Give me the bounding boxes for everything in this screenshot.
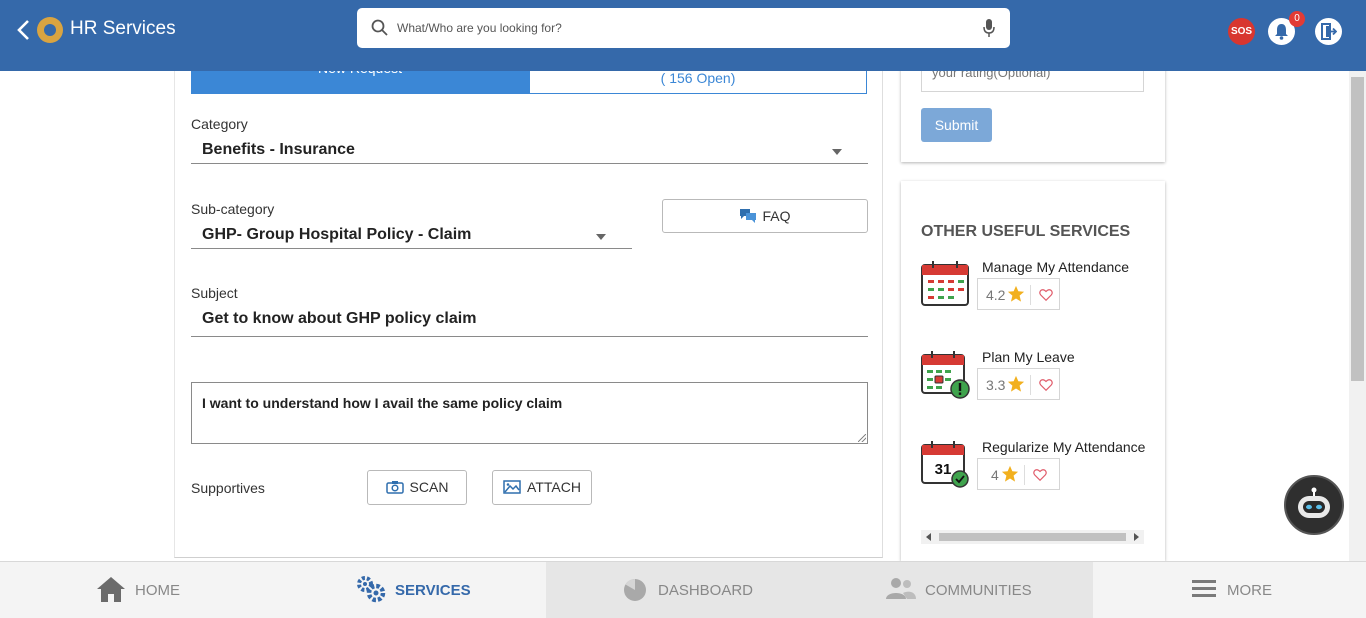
subject-label: Subject (191, 285, 238, 301)
logout-icon (1321, 23, 1337, 40)
category-select[interactable]: Benefits - Insurance (191, 138, 868, 164)
microphone-icon[interactable] (982, 18, 996, 38)
service-name: Manage My Attendance (982, 259, 1130, 275)
nav-more-label: MORE (1227, 582, 1272, 599)
rating-value: 3.3 (986, 377, 1006, 393)
rating-divider (1030, 375, 1031, 395)
heart-icon[interactable] (1033, 468, 1047, 482)
home-icon (97, 577, 125, 602)
star-icon (1001, 465, 1019, 482)
nav-communities[interactable]: COMMUNITIES (819, 562, 1093, 618)
useful-services-card: OTHER USEFUL SERVICES Manage My Attendan… (901, 181, 1165, 561)
service-rating: 4 (977, 458, 1060, 490)
chevron-down-icon (596, 234, 606, 240)
search-input[interactable] (397, 17, 957, 39)
useful-services-title: OTHER USEFUL SERVICES (921, 223, 1131, 240)
supportives-label: Supportives (191, 480, 265, 496)
calendar-check-icon: 31 (921, 441, 969, 488)
page-vertical-scrollbar[interactable] (1349, 71, 1366, 561)
pie-chart-icon (624, 579, 646, 601)
image-attach-icon (503, 480, 521, 494)
service-item-manage-attendance[interactable]: Manage My Attendance 4.2 (921, 259, 1161, 323)
scan-button[interactable]: SCAN (367, 470, 467, 505)
faq-chat-icon (740, 209, 757, 224)
subject-input[interactable]: Get to know about GHP policy claim (191, 307, 868, 337)
rating-divider (1030, 285, 1031, 305)
nav-dashboard-label: DASHBOARD (658, 582, 754, 599)
category-value: Benefits - Insurance (202, 141, 355, 158)
subcategory-select[interactable]: GHP- Group Hospital Policy - Claim (191, 223, 632, 249)
nav-home[interactable]: HOME (0, 562, 273, 618)
notification-count-badge: 0 (1289, 11, 1305, 27)
scroll-right-icon[interactable] (1134, 533, 1139, 541)
nav-more[interactable]: MORE (1093, 562, 1366, 618)
calendar-alert-icon (921, 351, 970, 399)
heart-icon[interactable] (1039, 288, 1053, 302)
camera-icon (385, 480, 404, 494)
sos-button[interactable]: SOS (1228, 18, 1255, 45)
logout-button[interactable] (1315, 18, 1342, 45)
faq-button[interactable]: FAQ (662, 199, 868, 233)
new-request-form: New Request ( 156 Open) Category Benefit… (174, 57, 883, 558)
search-icon (371, 19, 388, 36)
robot-icon (1298, 487, 1330, 518)
bell-icon (1275, 24, 1288, 40)
service-name: Plan My Leave (982, 349, 1075, 365)
company-logo (37, 17, 63, 43)
scrollbar-thumb[interactable] (939, 533, 1126, 541)
description-value: I want to understand how I avail the sam… (202, 395, 563, 411)
rating-card: your rating(Optional) Submit (901, 56, 1165, 162)
submit-rating-button[interactable]: Submit (921, 108, 992, 142)
service-item-regularize-attendance[interactable]: 31 Regularize My Attendance 4 (921, 439, 1161, 503)
subcategory-value: GHP- Group Hospital Policy - Claim (202, 226, 472, 243)
faq-label: FAQ (762, 208, 791, 224)
nav-services[interactable]: SERVICES (273, 562, 546, 618)
resize-handle-icon[interactable] (858, 434, 866, 442)
scroll-left-icon[interactable] (926, 533, 931, 541)
bottom-navigation: HOME SERVICES DASHBOARD COMMUNITIES MORE (0, 561, 1366, 618)
attach-button[interactable]: ATTACH (492, 470, 592, 505)
subject-value: Get to know about GHP policy claim (202, 310, 477, 327)
app-title: HR Services (70, 18, 176, 39)
nav-communities-label: COMMUNITIES (925, 582, 1032, 599)
tab-open-requests-label: ( 156 Open) (660, 70, 736, 86)
calendar-grid-icon (921, 261, 969, 306)
nav-home-label: HOME (135, 582, 180, 599)
heart-icon[interactable] (1039, 378, 1053, 392)
star-icon (1007, 285, 1025, 302)
service-rating: 3.3 (977, 368, 1060, 400)
service-name: Regularize My Attendance (982, 439, 1146, 455)
gears-icon (357, 576, 386, 603)
back-arrow-icon[interactable] (14, 18, 34, 42)
subcategory-label: Sub-category (191, 201, 275, 217)
service-rating: 4.2 (977, 278, 1060, 310)
people-icon (886, 578, 916, 599)
nav-dashboard[interactable]: DASHBOARD (546, 562, 819, 618)
chevron-down-icon (832, 149, 842, 155)
search-bar[interactable] (357, 8, 1010, 48)
nav-services-label: SERVICES (395, 582, 471, 599)
category-label: Category (191, 116, 248, 132)
scrollbar-thumb[interactable] (1351, 77, 1364, 381)
calendar-day-number: 31 (935, 461, 952, 478)
rating-value: 4.2 (986, 287, 1006, 303)
chatbot-button[interactable] (1284, 475, 1344, 535)
hamburger-menu-icon (1192, 580, 1216, 597)
service-item-plan-leave[interactable]: Plan My Leave 3.3 (921, 349, 1161, 413)
scan-label: SCAN (409, 479, 449, 495)
rating-divider (1024, 465, 1025, 485)
rating-value: 4 (991, 467, 999, 483)
app-header: HR Services SOS 0 (0, 0, 1366, 71)
star-icon (1007, 375, 1025, 392)
attach-label: ATTACH (527, 479, 581, 495)
services-horizontal-scrollbar[interactable] (921, 530, 1144, 544)
description-textarea[interactable]: I want to understand how I avail the sam… (191, 382, 868, 444)
